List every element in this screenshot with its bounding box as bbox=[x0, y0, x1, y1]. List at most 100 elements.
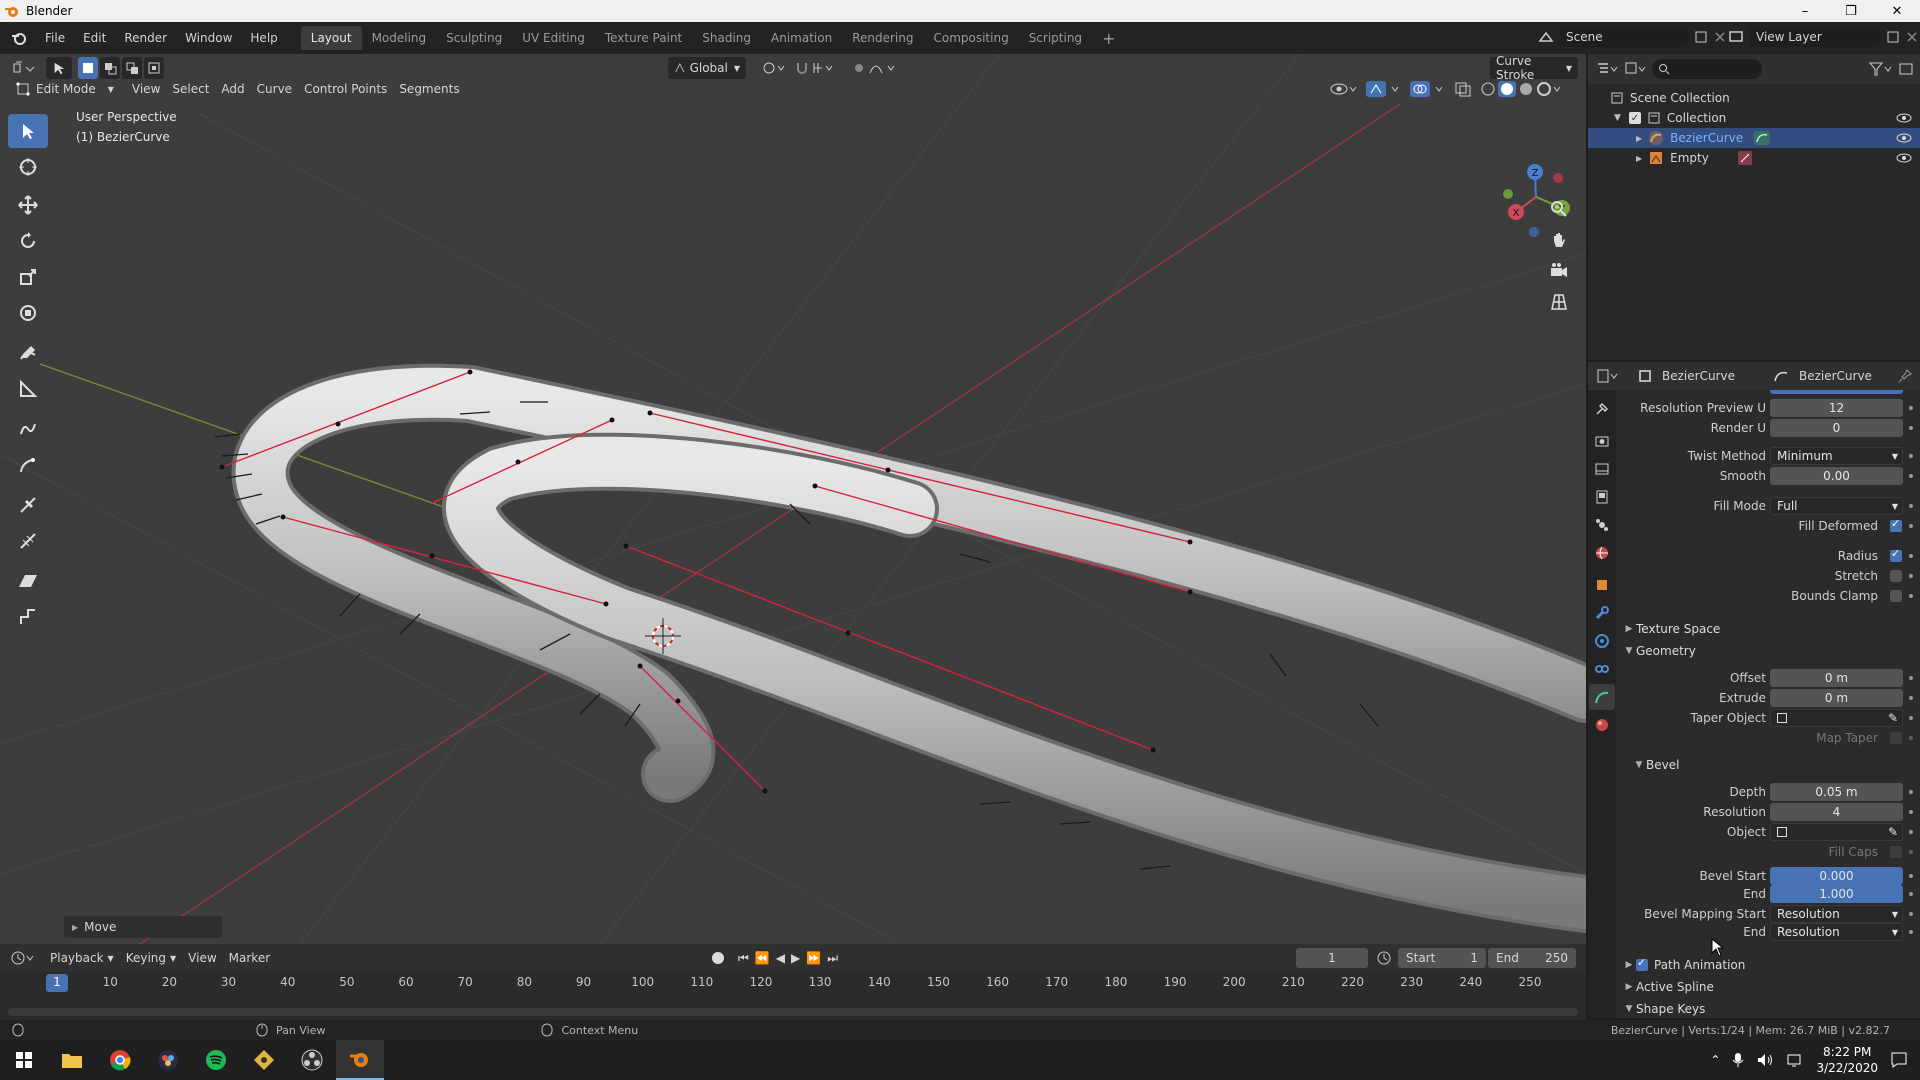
notifications-icon[interactable] bbox=[1890, 1051, 1908, 1069]
tab-uv-editing[interactable]: UV Editing bbox=[512, 26, 595, 50]
mode-dropdown[interactable]: Edit Mode ▼ bbox=[10, 78, 120, 100]
expand-arrow-icon[interactable]: ▼ bbox=[1614, 113, 1621, 123]
overlays-icon[interactable] bbox=[1410, 81, 1446, 97]
expand-arrow-icon[interactable]: ▶ bbox=[1636, 134, 1642, 143]
properties-editor-icon[interactable] bbox=[1596, 368, 1618, 384]
bezier-curve-mesh[interactable] bbox=[231, 363, 1586, 933]
tab-constraints[interactable] bbox=[1589, 656, 1615, 682]
fill-mode-dropdown[interactable]: Full ▼ bbox=[1770, 497, 1903, 515]
taskbar-blender[interactable] bbox=[336, 1040, 384, 1080]
xray-icon[interactable] bbox=[1454, 81, 1472, 97]
tab-physics[interactable] bbox=[1589, 628, 1615, 654]
tab-animation[interactable]: Animation bbox=[761, 26, 842, 50]
outliner-row-scene-collection[interactable]: Scene Collection bbox=[1588, 88, 1920, 108]
fill-caps-checkbox[interactable] bbox=[1890, 846, 1902, 858]
map-taper-checkbox[interactable] bbox=[1890, 732, 1902, 744]
taskbar-git[interactable] bbox=[240, 1040, 288, 1080]
viewport-menu-control-points[interactable]: Control Points bbox=[298, 78, 393, 100]
keyframe-dot-icon[interactable] bbox=[1909, 874, 1913, 878]
transform-tool[interactable] bbox=[8, 296, 48, 330]
keyframe-dot-icon[interactable] bbox=[1909, 554, 1913, 558]
last-operator-panel[interactable]: ▶ Move bbox=[64, 916, 222, 938]
tab-scene[interactable] bbox=[1589, 512, 1615, 538]
radius-tool[interactable] bbox=[8, 488, 48, 522]
keyframe-dot-icon[interactable] bbox=[1909, 830, 1913, 834]
viewport-menu-curve[interactable]: Curve bbox=[251, 78, 298, 100]
eyedropper-icon[interactable]: ✎ bbox=[1888, 711, 1898, 725]
resolution-preview-u-field[interactable]: 12 bbox=[1770, 399, 1903, 417]
pan-button[interactable] bbox=[1544, 225, 1574, 255]
keyframe-dot-icon[interactable] bbox=[1909, 736, 1913, 740]
scale-tool[interactable] bbox=[8, 260, 48, 294]
start-button[interactable] bbox=[0, 1040, 48, 1080]
outliner-editor-icon[interactable] bbox=[1596, 61, 1618, 77]
stretch-checkbox[interactable] bbox=[1890, 570, 1902, 582]
keyframe-dot-icon[interactable] bbox=[1909, 406, 1913, 410]
timeline-menu-marker[interactable]: Marker bbox=[223, 947, 276, 969]
tab-object[interactable] bbox=[1589, 572, 1615, 598]
eye-icon[interactable] bbox=[1896, 112, 1912, 124]
expand-arrow-icon[interactable]: ▶ bbox=[1636, 154, 1642, 163]
jump-end-icon[interactable]: ⏭ bbox=[827, 951, 838, 966]
taper-object-field[interactable]: ✎ bbox=[1770, 709, 1903, 727]
eye-icon[interactable] bbox=[1896, 152, 1912, 164]
viewport-menu-segments[interactable]: Segments bbox=[393, 78, 465, 100]
keyframe-dot-icon[interactable] bbox=[1909, 930, 1913, 934]
panel-path-animation[interactable]: ▶Path Animation bbox=[1618, 954, 1918, 976]
viewport-menu-select[interactable]: Select bbox=[166, 78, 215, 100]
radius-checkbox[interactable] bbox=[1890, 547, 1902, 562]
tab-sculpting[interactable]: Sculpting bbox=[436, 26, 512, 50]
timeline-menu-playback[interactable]: Playback ▼ bbox=[44, 947, 120, 969]
delete-view-layer-icon[interactable] bbox=[1906, 31, 1918, 43]
bevel-depth-field[interactable]: 0.05 m bbox=[1770, 783, 1903, 801]
menu-render[interactable]: Render bbox=[115, 31, 176, 45]
close-button[interactable]: ✕ bbox=[1874, 0, 1920, 22]
tab-compositing[interactable]: Compositing bbox=[923, 26, 1018, 50]
keyframe-dot-icon[interactable] bbox=[1909, 696, 1913, 700]
camera-view-button[interactable] bbox=[1544, 256, 1574, 286]
curve-data-icon[interactable] bbox=[1753, 130, 1771, 146]
move-tool[interactable] bbox=[8, 188, 48, 222]
microphone-icon[interactable] bbox=[1732, 1052, 1744, 1068]
start-frame-field[interactable]: Start 1 bbox=[1398, 948, 1486, 968]
shading-modes-icon[interactable] bbox=[1480, 81, 1564, 97]
tab-shading[interactable]: Shading bbox=[692, 26, 761, 50]
menu-help[interactable]: Help bbox=[241, 31, 286, 45]
new-view-layer-icon[interactable] bbox=[1886, 30, 1900, 44]
taskbar-chrome[interactable] bbox=[96, 1040, 144, 1080]
keyframe-dot-icon[interactable] bbox=[1909, 676, 1913, 680]
filter-icon[interactable] bbox=[1868, 61, 1892, 77]
rotate-tool[interactable] bbox=[8, 224, 48, 258]
preview-range-clock-icon[interactable] bbox=[1376, 950, 1392, 966]
keyframe-dot-icon[interactable] bbox=[1909, 912, 1913, 916]
menu-edit[interactable]: Edit bbox=[74, 31, 115, 45]
menu-window[interactable]: Window bbox=[176, 31, 241, 45]
panel-geometry[interactable]: ▼ Geometry bbox=[1618, 640, 1918, 662]
zoom-button[interactable] bbox=[1544, 194, 1574, 224]
cursor-tool[interactable] bbox=[8, 150, 48, 184]
scene-field[interactable]: Scene bbox=[1560, 27, 1688, 47]
keyframe-dot-icon[interactable] bbox=[1909, 504, 1913, 508]
3d-viewport[interactable]: Z Y X Global ▼ Curve Stroke ▼ Edit Mode ▼ V… bbox=[0, 54, 1586, 944]
viewport-scene[interactable]: Z Y X bbox=[0, 54, 1586, 944]
taskbar-davinci[interactable] bbox=[144, 1040, 192, 1080]
annotate-tool[interactable] bbox=[8, 336, 48, 370]
keyframe-dot-icon[interactable] bbox=[1909, 574, 1913, 578]
view-layer-icon[interactable] bbox=[1728, 29, 1744, 45]
tab-material[interactable] bbox=[1589, 712, 1615, 738]
eyedropper-icon[interactable]: ✎ bbox=[1888, 825, 1898, 839]
perspective-toggle-button[interactable] bbox=[1544, 287, 1574, 317]
jump-start-icon[interactable]: ⏮ bbox=[738, 951, 749, 966]
minimize-button[interactable]: – bbox=[1782, 0, 1828, 22]
panel-shape-keys[interactable]: ▼ Shape Keys bbox=[1618, 998, 1918, 1018]
constraint-icon[interactable] bbox=[1737, 150, 1753, 166]
tab-layout[interactable]: Layout bbox=[300, 26, 362, 50]
bounds-clamp-checkbox[interactable] bbox=[1890, 590, 1902, 602]
timeline-scrollbar[interactable] bbox=[8, 1008, 1578, 1016]
viewport-menu-add[interactable]: Add bbox=[215, 78, 250, 100]
maximize-button[interactable]: ❐ bbox=[1828, 0, 1874, 22]
outliner-search-input[interactable] bbox=[1652, 59, 1762, 79]
keyframe-dot-icon[interactable] bbox=[1909, 524, 1913, 528]
keyframe-dot-icon[interactable] bbox=[1909, 810, 1913, 814]
keyframe-dot-icon[interactable] bbox=[1909, 474, 1913, 478]
